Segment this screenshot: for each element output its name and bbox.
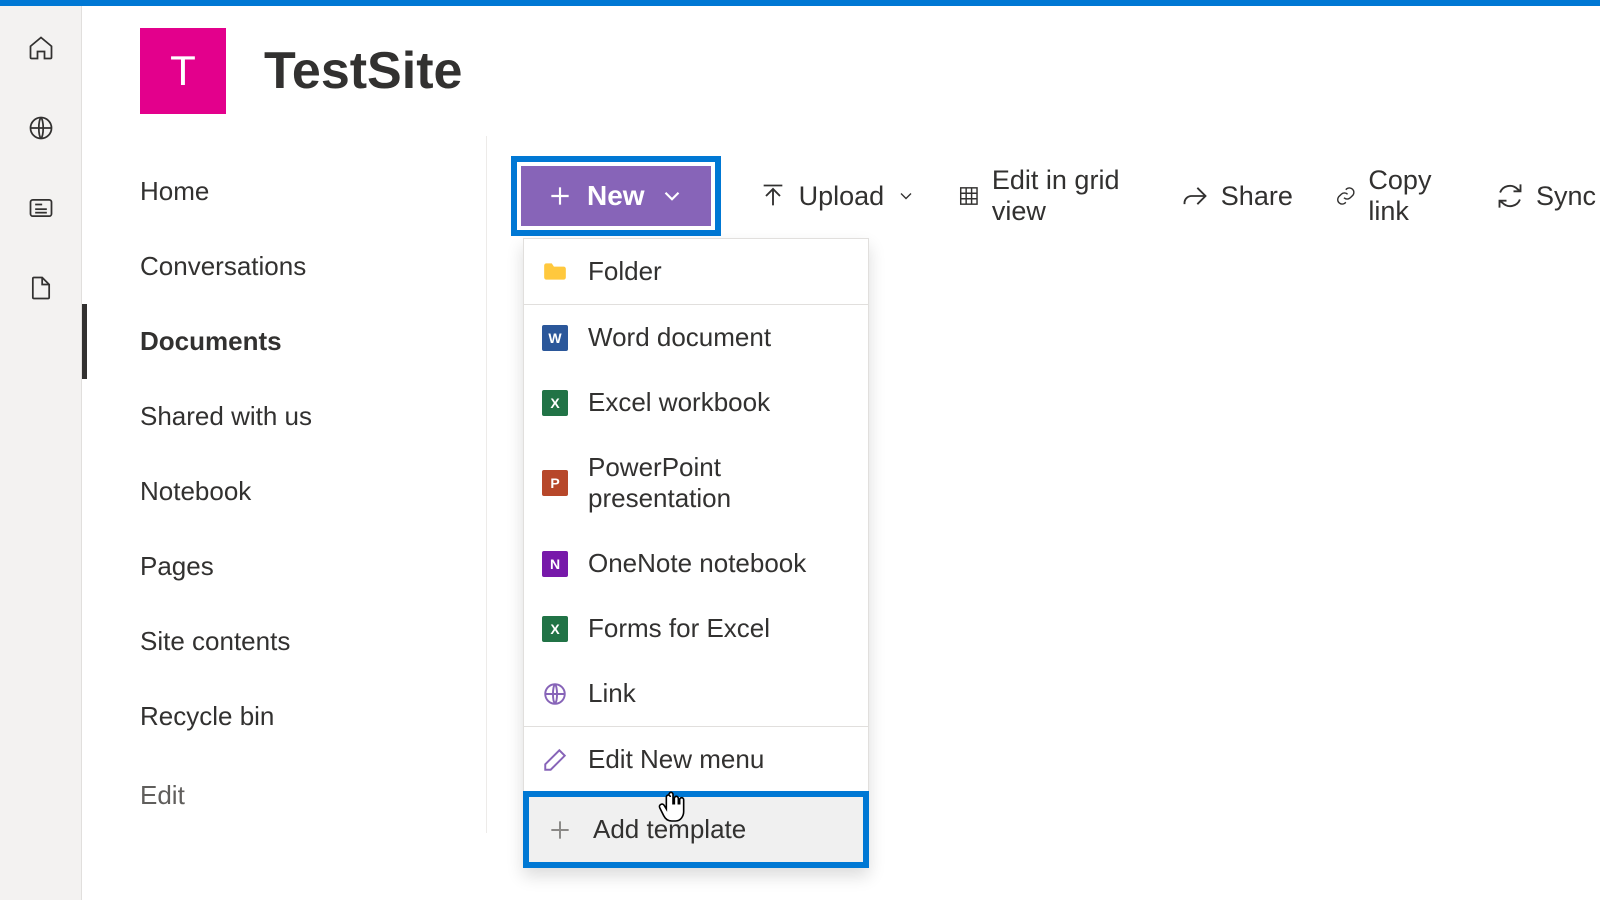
word-icon: W xyxy=(542,325,568,351)
plus-icon xyxy=(547,817,573,843)
globe-icon[interactable] xyxy=(27,114,55,142)
app-rail xyxy=(0,6,82,900)
onenote-icon: N xyxy=(542,551,568,577)
copy-link-label: Copy link xyxy=(1368,165,1454,227)
share-label: Share xyxy=(1221,181,1293,212)
menu-item-onenote[interactable]: N OneNote notebook xyxy=(524,531,868,596)
share-button[interactable]: Share xyxy=(1177,173,1297,220)
nav-item-documents[interactable]: Documents xyxy=(82,304,486,379)
sync-icon xyxy=(1496,182,1524,210)
menu-item-excel[interactable]: X Excel workbook xyxy=(524,370,868,435)
powerpoint-icon: P xyxy=(542,470,568,496)
folder-icon xyxy=(542,259,568,285)
menu-item-label: OneNote notebook xyxy=(588,548,806,579)
nav-edit-link[interactable]: Edit xyxy=(82,754,486,833)
copy-link-icon xyxy=(1335,182,1357,210)
nav-item-conversations[interactable]: Conversations xyxy=(82,229,486,304)
menu-item-label: Folder xyxy=(588,256,662,287)
menu-item-edit-new-menu[interactable]: Edit New menu xyxy=(524,727,868,792)
chevron-down-icon xyxy=(659,183,685,209)
menu-item-label: Edit New menu xyxy=(588,744,764,775)
menu-item-folder[interactable]: Folder xyxy=(524,239,868,304)
menu-item-label: Link xyxy=(588,678,636,709)
grid-icon xyxy=(958,182,980,210)
nav-item-notebook[interactable]: Notebook xyxy=(82,454,486,529)
edit-grid-label: Edit in grid view xyxy=(992,165,1139,227)
sync-label: Sync xyxy=(1536,181,1596,212)
sync-button[interactable]: Sync xyxy=(1492,173,1600,220)
link-icon xyxy=(542,681,568,707)
news-icon[interactable] xyxy=(27,194,55,222)
forms-excel-icon: X xyxy=(542,616,568,642)
new-dropdown-menu: Folder W Word document X Excel workbook xyxy=(523,238,869,868)
excel-icon: X xyxy=(542,390,568,416)
site-logo[interactable]: T xyxy=(140,28,226,114)
menu-item-word[interactable]: W Word document xyxy=(524,305,868,370)
plus-icon xyxy=(547,183,573,209)
menu-item-label: Forms for Excel xyxy=(588,613,770,644)
pencil-icon xyxy=(542,747,568,773)
menu-item-label: Excel workbook xyxy=(588,387,770,418)
new-button-highlight: New Folder W Word document xyxy=(511,156,721,236)
upload-button[interactable]: Upload xyxy=(755,173,921,220)
new-button[interactable]: New xyxy=(521,166,711,226)
home-icon[interactable] xyxy=(27,34,55,62)
share-icon xyxy=(1181,182,1209,210)
menu-item-add-template[interactable]: Add template xyxy=(523,791,869,868)
edit-grid-button[interactable]: Edit in grid view xyxy=(954,157,1143,235)
new-button-label: New xyxy=(587,180,645,212)
site-header: T TestSite xyxy=(82,6,1600,136)
menu-item-label: PowerPoint presentation xyxy=(588,452,850,514)
copy-link-button[interactable]: Copy link xyxy=(1331,157,1458,235)
left-nav: Home Conversations Documents Shared with… xyxy=(82,136,487,833)
menu-item-powerpoint[interactable]: P PowerPoint presentation xyxy=(524,435,868,531)
menu-item-label: Add template xyxy=(593,814,746,845)
command-bar: New Folder W Word document xyxy=(487,136,1600,256)
chevron-down-icon xyxy=(896,186,916,206)
nav-item-site-contents[interactable]: Site contents xyxy=(82,604,486,679)
menu-item-link[interactable]: Link xyxy=(524,661,868,726)
nav-item-shared[interactable]: Shared with us xyxy=(82,379,486,454)
nav-item-home[interactable]: Home xyxy=(82,154,486,229)
upload-label: Upload xyxy=(799,181,885,212)
nav-item-pages[interactable]: Pages xyxy=(82,529,486,604)
menu-item-forms[interactable]: X Forms for Excel xyxy=(524,596,868,661)
file-icon[interactable] xyxy=(27,274,55,302)
upload-icon xyxy=(759,182,787,210)
nav-item-recycle-bin[interactable]: Recycle bin xyxy=(82,679,486,754)
site-title[interactable]: TestSite xyxy=(264,41,462,101)
menu-item-label: Word document xyxy=(588,322,771,353)
